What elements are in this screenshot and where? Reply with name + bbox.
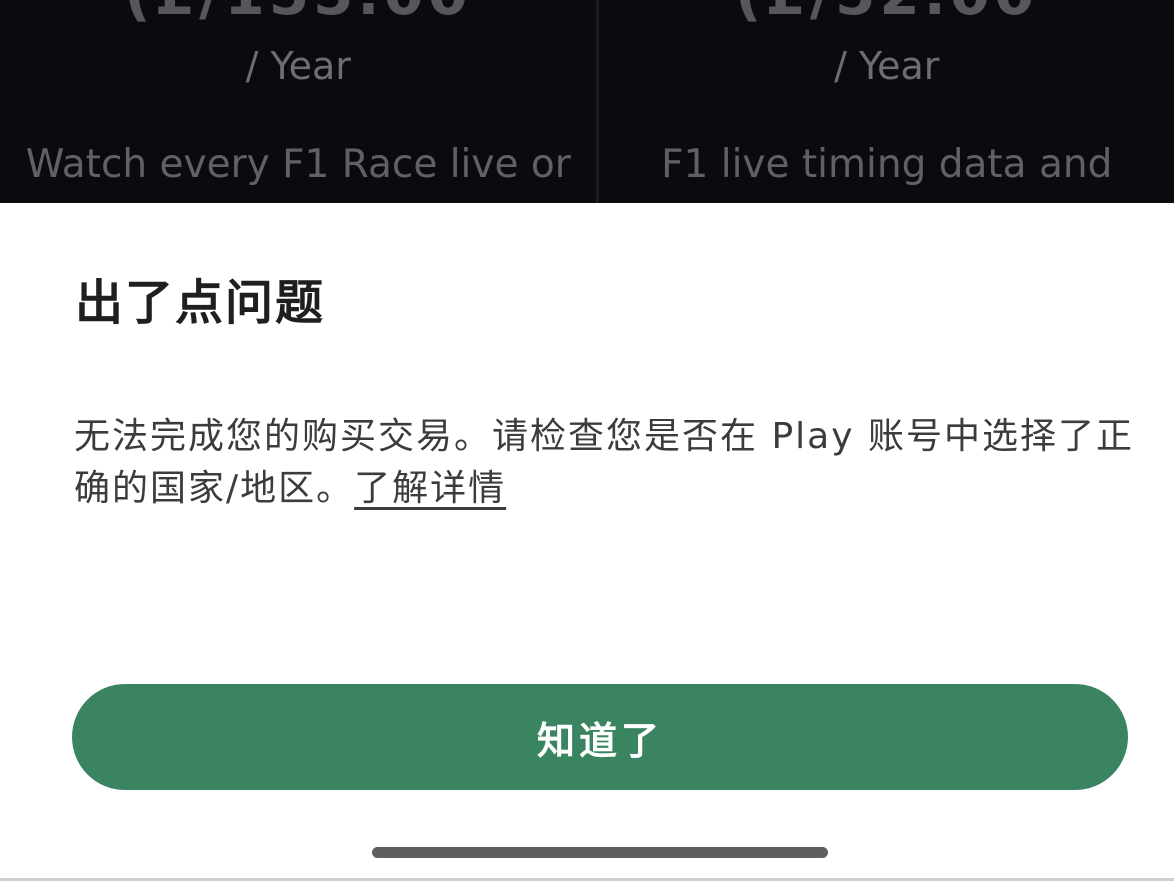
error-bottom-sheet: 出了点问题 无法完成您的购买交易。请检查您是否在 Play 账号中选择了正确的国… xyxy=(0,203,1174,881)
plan-period: / Year xyxy=(245,44,351,88)
dialog-message-container: 无法完成您的购买交易。请检查您是否在 Play 账号中选择了正确的国家/地区。了… xyxy=(74,411,1134,515)
plan-price: (£/155.00 xyxy=(0,0,596,28)
screen: (£/155.00 / Year Watch every F1 Race liv… xyxy=(0,0,1174,881)
ok-button[interactable]: 知道了 xyxy=(72,684,1128,790)
dialog-title: 出了点问题 xyxy=(75,275,326,331)
learn-more-link[interactable]: 了解详情 xyxy=(354,468,506,509)
plan-description: F1 live timing data and xyxy=(661,142,1113,187)
subscription-plans-background: (£/155.00 / Year Watch every F1 Race liv… xyxy=(0,0,1174,205)
plan-period: / Year xyxy=(834,44,940,88)
plan-price: (£/52.00 xyxy=(599,0,1174,28)
ok-button-label: 知道了 xyxy=(536,718,663,763)
plan-card-annual-pro[interactable]: (£/155.00 / Year Watch every F1 Race liv… xyxy=(0,0,596,205)
dialog-message: 无法完成您的购买交易。请检查您是否在 Play 账号中选择了正确的国家/地区。 xyxy=(74,416,1134,509)
plan-card-annual-access[interactable]: (£/52.00 / Year F1 live timing data and xyxy=(596,0,1174,205)
home-indicator[interactable] xyxy=(372,847,828,858)
plan-description: Watch every F1 Race live or xyxy=(25,142,571,187)
